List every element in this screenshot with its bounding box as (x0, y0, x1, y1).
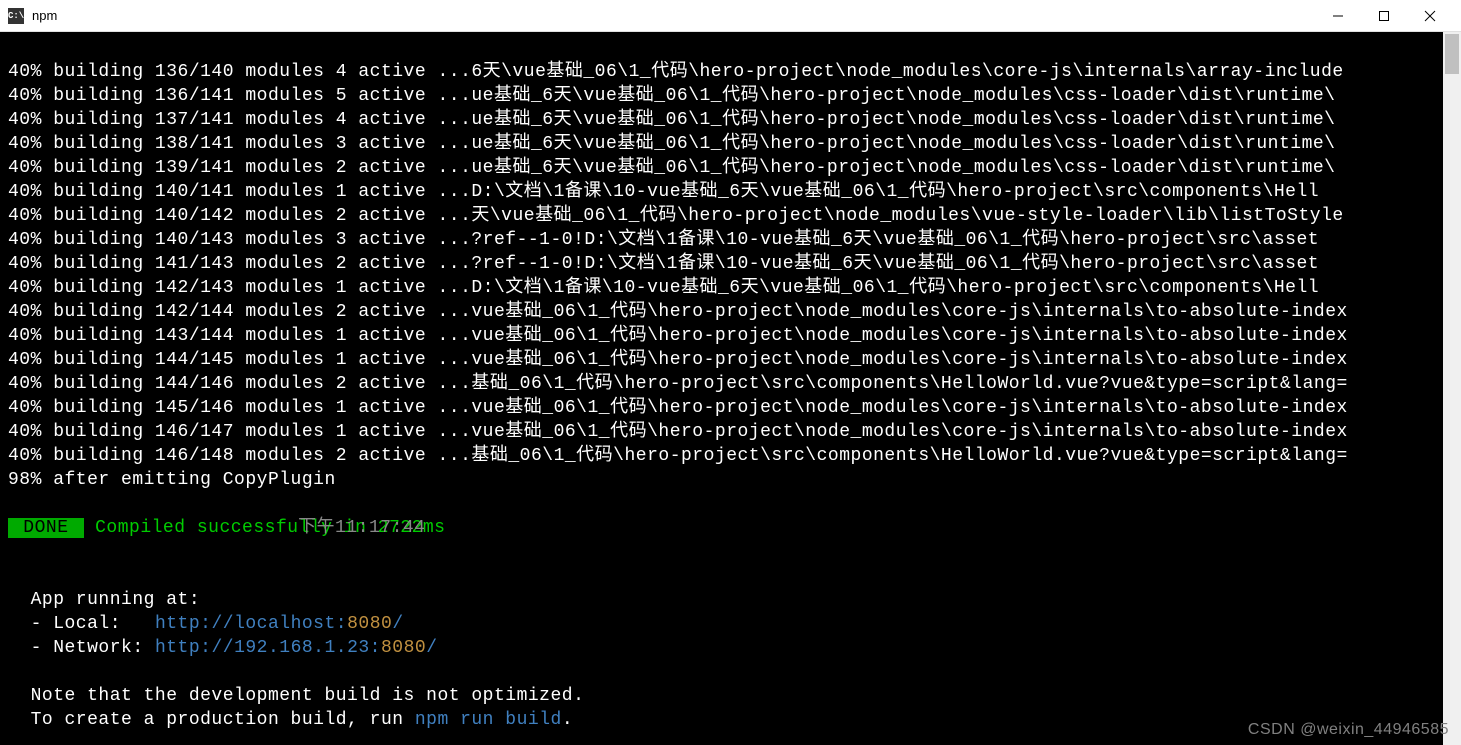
build-line: 40% building 144/146 modules 2 active ..… (8, 374, 1348, 394)
build-line: 40% building 136/141 modules 5 active ..… (8, 86, 1336, 106)
build-line: 40% building 146/147 modules 1 active ..… (8, 422, 1348, 442)
npm-run-build-cmd: npm run build (415, 710, 562, 730)
scrollbar-thumb[interactable] (1445, 34, 1459, 74)
compile-timestamp: 下午11:17:44 (298, 516, 425, 540)
note-line-2: To create a production build, run npm ru… (8, 710, 573, 730)
local-label: - Local: (8, 614, 155, 634)
vertical-scrollbar[interactable] (1443, 32, 1461, 745)
build-line: 40% building 143/144 modules 1 active ..… (8, 326, 1348, 346)
app-icon: C:\ (8, 8, 24, 24)
done-badge: DONE (8, 518, 84, 538)
local-url[interactable]: http://localhost:8080/ (155, 614, 404, 634)
build-line: 40% building 141/143 modules 2 active ..… (8, 254, 1319, 274)
terminal-output[interactable]: 40% building 136/140 modules 4 active ..… (0, 32, 1461, 745)
build-line: 40% building 142/143 modules 1 active ..… (8, 278, 1319, 298)
maximize-button[interactable] (1361, 0, 1407, 32)
build-line: 40% building 136/140 modules 4 active ..… (8, 62, 1344, 82)
build-line: 40% building 139/141 modules 2 active ..… (8, 158, 1336, 178)
window-titlebar: C:\ npm (0, 0, 1461, 32)
network-url[interactable]: http://192.168.1.23:8080/ (155, 638, 438, 658)
csdn-watermark: CSDN @weixin_44946585 (1248, 721, 1449, 739)
build-line: 40% building 140/141 modules 1 active ..… (8, 182, 1319, 202)
window-title: npm (32, 8, 1315, 23)
minimize-button[interactable] (1315, 0, 1361, 32)
build-line: 40% building 142/144 modules 2 active ..… (8, 302, 1348, 322)
build-line: 40% building 140/143 modules 3 active ..… (8, 230, 1319, 250)
terminal-content: 40% building 136/140 modules 4 active ..… (8, 60, 1453, 732)
build-line: 40% building 140/142 modules 2 active ..… (8, 206, 1344, 226)
close-button[interactable] (1407, 0, 1453, 32)
network-url-line: - Network: http://192.168.1.23:8080/ (8, 638, 438, 658)
build-line: 40% building 146/148 modules 2 active ..… (8, 446, 1348, 466)
window-controls (1315, 0, 1453, 32)
build-line: 40% building 145/146 modules 1 active ..… (8, 398, 1348, 418)
build-line: 40% building 144/145 modules 1 active ..… (8, 350, 1348, 370)
build-line: 98% after emitting CopyPlugin (8, 470, 336, 490)
app-running-heading: App running at: (8, 590, 200, 610)
status-line: DONE Compiled successfully in 2722ms下午11… (8, 518, 445, 538)
local-url-line: - Local: http://localhost:8080/ (8, 614, 404, 634)
build-line: 40% building 137/141 modules 4 active ..… (8, 110, 1336, 130)
build-line: 40% building 138/141 modules 3 active ..… (8, 134, 1336, 154)
network-label: - Network: (8, 638, 155, 658)
note-line-1: Note that the development build is not o… (8, 686, 584, 706)
